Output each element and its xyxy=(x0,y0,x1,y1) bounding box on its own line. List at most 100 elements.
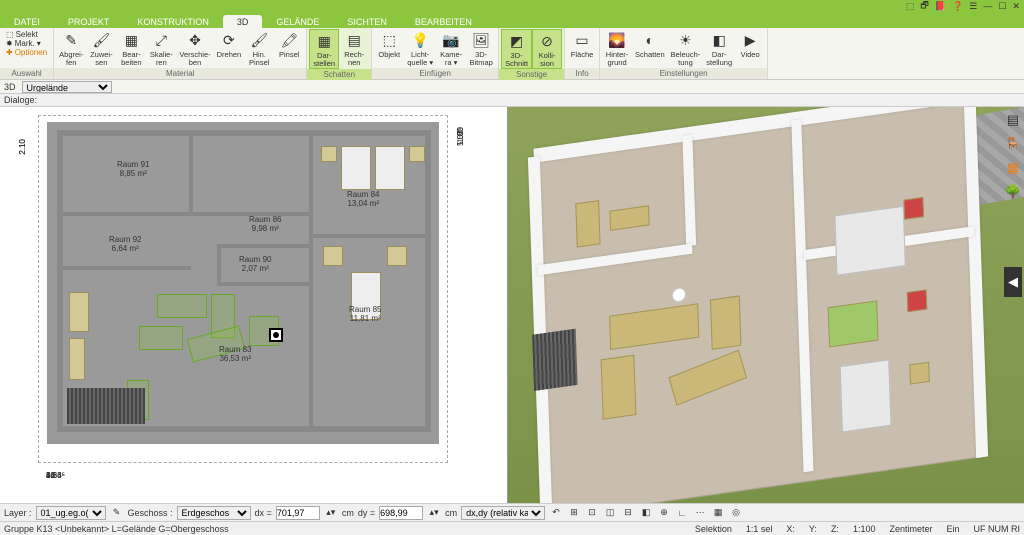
status-y: Y: xyxy=(809,524,817,534)
pane-2d[interactable]: Raum 918,85 m²Raum 926,64 m²Raum 869,98 … xyxy=(0,107,508,503)
ribbon-item-label: Bear-beiten xyxy=(121,51,141,66)
ribbon-kamera[interactable]: 📷Kame-ra ▾ xyxy=(436,29,466,67)
tab-sichten[interactable]: SICHTEN xyxy=(333,15,401,28)
ribbon-item-label: Kolli-sion xyxy=(539,52,556,67)
tb-icon[interactable]: ❓ xyxy=(952,1,963,12)
status-group: Gruppe K13 <Unbekannt> L=Gelände G=Oberg… xyxy=(4,524,229,534)
pane-3d[interactable]: ▤ 🪑 ▦ 🌳 ◀ xyxy=(508,107,1024,503)
coord-mode-select[interactable]: dx,dy (relativ ka xyxy=(461,506,545,520)
ribbon-objekt[interactable]: ⬚Objekt xyxy=(374,29,404,60)
close-icon[interactable]: ✕ xyxy=(1012,1,1020,12)
geschoss-label: Geschoss : xyxy=(128,508,173,518)
ribbon-pinsel[interactable]: 🖍Pinsel xyxy=(274,29,304,60)
wall xyxy=(189,212,309,216)
terrain-select[interactable]: Urgelände xyxy=(22,81,112,93)
layer-select[interactable]: 01_ug.eg.o( xyxy=(36,506,106,520)
dx-input[interactable] xyxy=(276,506,320,520)
tb-icon[interactable]: 📕 xyxy=(935,1,946,12)
ribbon-rechnen[interactable]: ▤Rech-nen xyxy=(339,29,369,67)
house-3d xyxy=(534,107,982,503)
chair-3d xyxy=(710,295,741,349)
ribbon-group-material: ✎Abgrei-fen🖌Zuwei-sen▦Bear-beiten⤢Skalie… xyxy=(54,28,307,79)
tab-datei[interactable]: DATEI xyxy=(0,15,54,28)
statusbar: Gruppe K13 <Unbekannt> L=Gelände G=Oberg… xyxy=(0,521,1024,535)
ribbon-item-label: Hinter-grund xyxy=(606,51,629,66)
tool-icon[interactable]: ◎ xyxy=(729,506,743,520)
view-subbar: 3D Urgelände xyxy=(0,80,1024,94)
ribbon-darstellen[interactable]: ▦Dar-stellen xyxy=(309,29,339,69)
furniture-icon[interactable]: 🪑 xyxy=(1004,135,1022,153)
tool-icon[interactable]: ∟ xyxy=(675,506,689,520)
ribbon-group-info: ▭Fläche Info xyxy=(565,28,600,79)
ribbon-darstellung[interactable]: ◧Dar-stellung xyxy=(703,29,735,67)
tool-icon[interactable]: ▦ xyxy=(711,506,725,520)
ribbon-video[interactable]: ▶Video xyxy=(735,29,765,60)
selekt-button[interactable]: ⬚ Selekt xyxy=(5,30,48,39)
optionen-button[interactable]: ✚ Optionen xyxy=(5,48,48,57)
ribbon-flaeche[interactable]: ▭Fläche xyxy=(567,29,597,60)
minimize-icon[interactable]: — xyxy=(983,1,992,11)
stepper-icon[interactable]: ▴▾ xyxy=(324,506,338,520)
bed xyxy=(375,146,405,190)
maximize-icon[interactable]: ☐ xyxy=(998,1,1006,12)
layer-edit-icon[interactable]: ✎ xyxy=(110,506,124,520)
tool-icon[interactable]: ⊡ xyxy=(585,506,599,520)
tool-icon[interactable]: ⊟ xyxy=(621,506,635,520)
ribbon-bearbeiten[interactable]: ▦Bear-beiten xyxy=(116,29,146,67)
tool-icon[interactable]: ⊞ xyxy=(567,506,581,520)
stepper-icon[interactable]: ▴▾ xyxy=(427,506,441,520)
ribbon-item-label: Licht-quelle ▾ xyxy=(407,51,433,66)
ribbon-abgreifen[interactable]: ✎Abgrei-fen xyxy=(56,29,86,67)
tb-icon[interactable]: ⬚ xyxy=(906,1,915,12)
expand-panel-icon[interactable]: ◀ xyxy=(1004,267,1022,297)
ribbon-beleuchtung[interactable]: ☀Beleuch-tung xyxy=(668,29,704,67)
tool-icon[interactable]: ◫ xyxy=(603,506,617,520)
selection-handle[interactable] xyxy=(269,328,283,342)
layers-icon[interactable]: ▤ xyxy=(1004,111,1022,129)
ribbon-drehen[interactable]: ⟳Drehen xyxy=(214,29,245,60)
furniture xyxy=(387,246,407,266)
tb-icon[interactable]: ☰ xyxy=(969,1,977,12)
ribbon-lichtquelle[interactable]: 💡Licht-quelle ▾ xyxy=(404,29,436,67)
tool-icon[interactable]: ⋯ xyxy=(693,506,707,520)
ribbon-item-label: Fläche xyxy=(571,51,594,59)
tab-projekt[interactable]: PROJEKT xyxy=(54,15,124,28)
tool-icon[interactable]: ◧ xyxy=(639,506,653,520)
ribbon-3dschnitt[interactable]: ◩3D-Schnitt xyxy=(501,29,532,69)
wall xyxy=(57,130,63,430)
schatten2-icon: ◐ xyxy=(640,30,660,50)
materials-icon[interactable]: ▦ xyxy=(1004,159,1022,177)
mark-button[interactable]: ✸ Mark. ▾ xyxy=(5,39,48,48)
skalieren-icon: ⤢ xyxy=(151,30,171,50)
ribbon-item-label: Hin.Pinsel xyxy=(249,51,269,66)
tab-3d[interactable]: 3D xyxy=(223,15,263,28)
tool-icon[interactable]: ⊕ xyxy=(657,506,671,520)
ribbon-kollision[interactable]: ⊘Kolli-sion xyxy=(532,29,562,69)
ribbon-skalieren[interactable]: ⤢Skalie-ren xyxy=(146,29,176,67)
tool-icon[interactable]: ↶ xyxy=(549,506,563,520)
tab-konstruktion[interactable]: KONSTRUKTION xyxy=(123,15,223,28)
ribbon-schatten2[interactable]: ◐Schatten xyxy=(632,29,668,60)
tb-icon[interactable]: 🗗 xyxy=(920,0,928,14)
group-label: Material xyxy=(54,68,306,79)
geschoss-select[interactable]: Erdgeschos xyxy=(177,506,251,520)
object-3d xyxy=(909,362,930,385)
ribbon-verschieben[interactable]: ✥Verschie-ben xyxy=(176,29,213,67)
ribbon-3dbitmap[interactable]: 🖼3D-Bitmap xyxy=(466,29,496,67)
sofa[interactable] xyxy=(139,326,183,350)
wall xyxy=(189,134,193,216)
bottom-toolbar: Layer : 01_ug.eg.o( ✎ Geschoss : Erdgesc… xyxy=(0,503,1024,521)
dy-input[interactable] xyxy=(379,506,423,520)
ribbon-hinpinsel[interactable]: 🖌Hin.Pinsel xyxy=(244,29,274,67)
ribbon-hintergrund[interactable]: 🌄Hinter-grund xyxy=(602,29,632,67)
tab-gelaende[interactable]: GELÄNDE xyxy=(262,15,333,28)
plants-icon[interactable]: 🌳 xyxy=(1004,183,1022,201)
cm-label: cm xyxy=(445,508,457,518)
wall xyxy=(217,244,221,284)
mode-label: 3D xyxy=(4,82,16,92)
tab-bearbeiten[interactable]: BEARBEITEN xyxy=(401,15,486,28)
ribbon: ⬚ Selekt ✸ Mark. ▾ ✚ Optionen Auswahl ✎A… xyxy=(0,28,1024,80)
ribbon-zuweisen[interactable]: 🖌Zuwei-sen xyxy=(86,29,116,67)
sofa[interactable] xyxy=(157,294,207,318)
furniture xyxy=(323,246,343,266)
